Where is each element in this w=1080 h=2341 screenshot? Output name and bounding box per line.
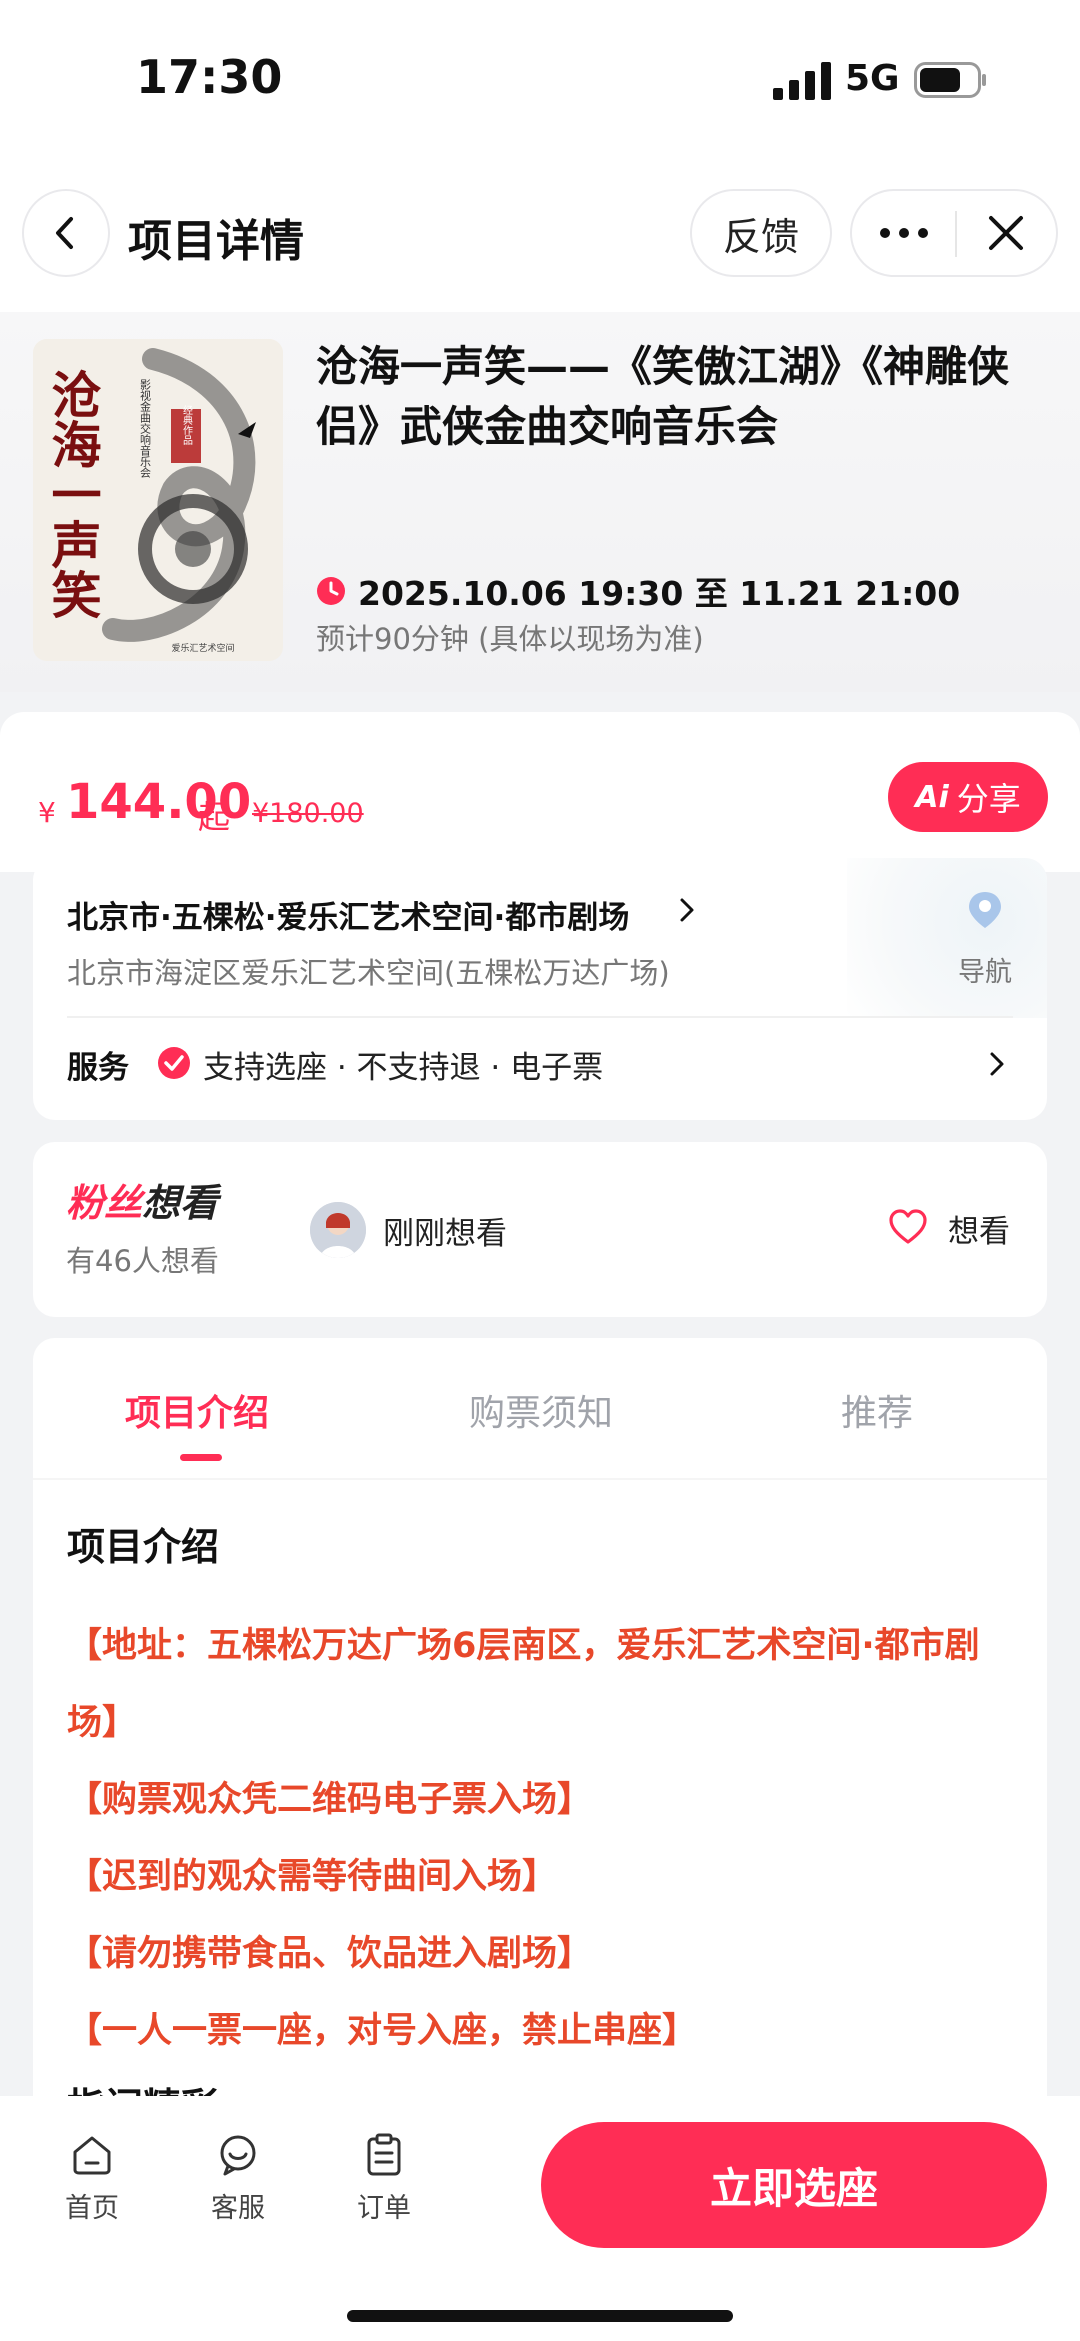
mini-program-capsule [850, 189, 1058, 277]
note-item: 【请勿携带食品、饮品进入剧场】 [67, 1934, 593, 1974]
poster-footer: 爱乐汇艺术空间 [171, 642, 234, 654]
ai-badge: Ai [915, 779, 949, 815]
signal-icon [773, 62, 831, 100]
tab-ticket-notice[interactable]: 购票须知 [469, 1384, 613, 1436]
navbar: 项目详情 反馈 [0, 185, 1080, 285]
note-item: 【迟到的观众需等待曲间入场】 [67, 1857, 558, 1897]
battery-icon [914, 62, 986, 98]
recent-want-text: 刚刚想看 [383, 1216, 507, 1252]
chevron-right-icon [680, 898, 694, 922]
customer-service-icon [220, 2135, 256, 2176]
customer-service-tab[interactable]: 客服 [188, 2132, 288, 2225]
price-currency: ¥ [38, 796, 56, 829]
poster-seal: 经典作品 [181, 404, 193, 446]
close-icon [989, 216, 1023, 250]
bottom-bar: 首页 客服 订单 立即选座 [0, 2096, 1080, 2341]
section-title: 项目介绍 [67, 1525, 220, 1569]
next-section-heading: 指间精彩 [67, 2076, 219, 2098]
check-badge-icon [158, 1047, 190, 1079]
price-bar: ¥ 144.00 起 ¥180.00 Ai 分享 [0, 712, 1080, 872]
status-bar: 17:30 5G [0, 0, 1080, 150]
select-seat-button[interactable]: 立即选座 [541, 2122, 1047, 2248]
tab-intro[interactable]: 项目介绍 [125, 1384, 269, 1436]
avatar [310, 1202, 366, 1258]
show-time-text: 2025.10.06 19:30 至 11.21 21:00 [358, 574, 961, 613]
more-button[interactable] [852, 191, 956, 275]
close-button[interactable] [956, 191, 1056, 275]
share-label: 分享 [956, 780, 1021, 818]
want-button[interactable]: 想看 [948, 1206, 1010, 1251]
page-title: 项目详情 [128, 216, 304, 267]
location-pin-icon[interactable] [965, 890, 1005, 930]
heart-icon[interactable] [888, 1208, 928, 1248]
venue-name[interactable]: 北京市·五棵松·爱乐汇艺术空间·都市剧场 [67, 892, 629, 937]
service-text[interactable]: 支持选座 · 不支持退 · 电子票 [203, 1042, 603, 1087]
note-item: 【一人一票一座，对号入座，禁止串座】 [67, 2011, 698, 2051]
poster-subtitle: 影视金曲交响音乐会 [139, 379, 152, 478]
fans-logo: 粉丝想看 [66, 1172, 218, 1227]
more-dots-icon [880, 228, 928, 238]
network-label: 5G [845, 58, 900, 99]
detail-card: 项目介绍 购票须知 推荐 项目介绍 【地址：五棵松万达广场6层南区，爱乐汇艺术空… [33, 1338, 1047, 2098]
home-tab[interactable]: 首页 [42, 2132, 142, 2225]
show-header: 经典作品 影视金曲交响音乐会 沧海一声笑 爱乐汇艺术空间 沧海一声笑——《笑傲江… [0, 312, 1080, 692]
back-button[interactable] [22, 189, 110, 277]
chevron-right-icon[interactable] [988, 1050, 1006, 1078]
clock-icon [317, 577, 345, 605]
fans-count: 有46人想看 [66, 1244, 219, 1278]
tab-bar: 项目介绍 购票须知 推荐 [33, 1338, 1047, 1480]
map-thumbnail [847, 858, 1047, 1018]
customer-service-label: 客服 [211, 2193, 265, 2224]
orders-label: 订单 [357, 2193, 411, 2224]
ai-share-button[interactable]: Ai 分享 [888, 762, 1048, 832]
orders-tab[interactable]: 订单 [334, 2132, 434, 2225]
home-icon [73, 2136, 111, 2175]
active-tab-indicator [180, 1454, 222, 1461]
poster-art: 经典作品 影视金曲交响音乐会 沧海一声笑 爱乐汇艺术空间 [33, 339, 283, 661]
fans-card: 粉丝想看 有46人想看 刚刚想看 想看 [33, 1142, 1047, 1317]
fans-logo-part2: 想看 [142, 1181, 219, 1225]
divider [33, 1478, 1047, 1480]
show-poster[interactable]: 经典作品 影视金曲交响音乐会 沧海一声笑 爱乐汇艺术空间 [33, 339, 283, 661]
tab-recommend[interactable]: 推荐 [841, 1384, 913, 1436]
home-label: 首页 [65, 2193, 119, 2224]
status-time: 17:30 [136, 50, 283, 104]
fans-logo-part1: 粉丝 [66, 1181, 143, 1225]
original-price: ¥180.00 [252, 798, 364, 829]
show-title: 沧海一声笑——《笑傲江湖》《神雕侠侣》武侠金曲交响音乐会 [316, 342, 1010, 451]
venue-card: 北京市·五棵松·爱乐汇艺术空间·都市剧场 北京市海淀区爱乐汇艺术空间(五棵松万达… [33, 858, 1047, 1120]
home-indicator [347, 2310, 733, 2322]
top-area: 17:30 5G 项目详情 反馈 [0, 0, 1080, 320]
feedback-button[interactable]: 反馈 [690, 189, 832, 277]
service-label: 服务 [67, 1050, 129, 1086]
chevron-left-icon [56, 217, 73, 249]
note-item: 【购票观众凭二维码电子票入场】 [67, 1780, 593, 1820]
price-suffix: 起 [198, 798, 231, 836]
navigation-button[interactable]: 导航 [958, 950, 1012, 989]
poster-calligraphy: 沧海一声笑 [44, 369, 103, 619]
order-icon [367, 2133, 401, 2176]
user-avatar-icon [310, 1202, 366, 1258]
venue-address: 北京市海淀区爱乐汇艺术空间(五棵松万达广场) [67, 956, 670, 990]
show-time: 2025.10.06 19:30 至 11.21 21:00 [316, 567, 960, 615]
show-duration: 预计90分钟 (具体以现场为准) [316, 622, 704, 656]
note-item: 【地址：五棵松万达广场6层南区，爱乐汇艺术空间·都市剧场】 [67, 1626, 980, 1743]
notes-list: 【地址：五棵松万达广场6层南区，爱乐汇艺术空间·都市剧场】 【购票观众凭二维码电… [67, 1608, 1027, 2070]
divider [67, 1016, 1013, 1018]
